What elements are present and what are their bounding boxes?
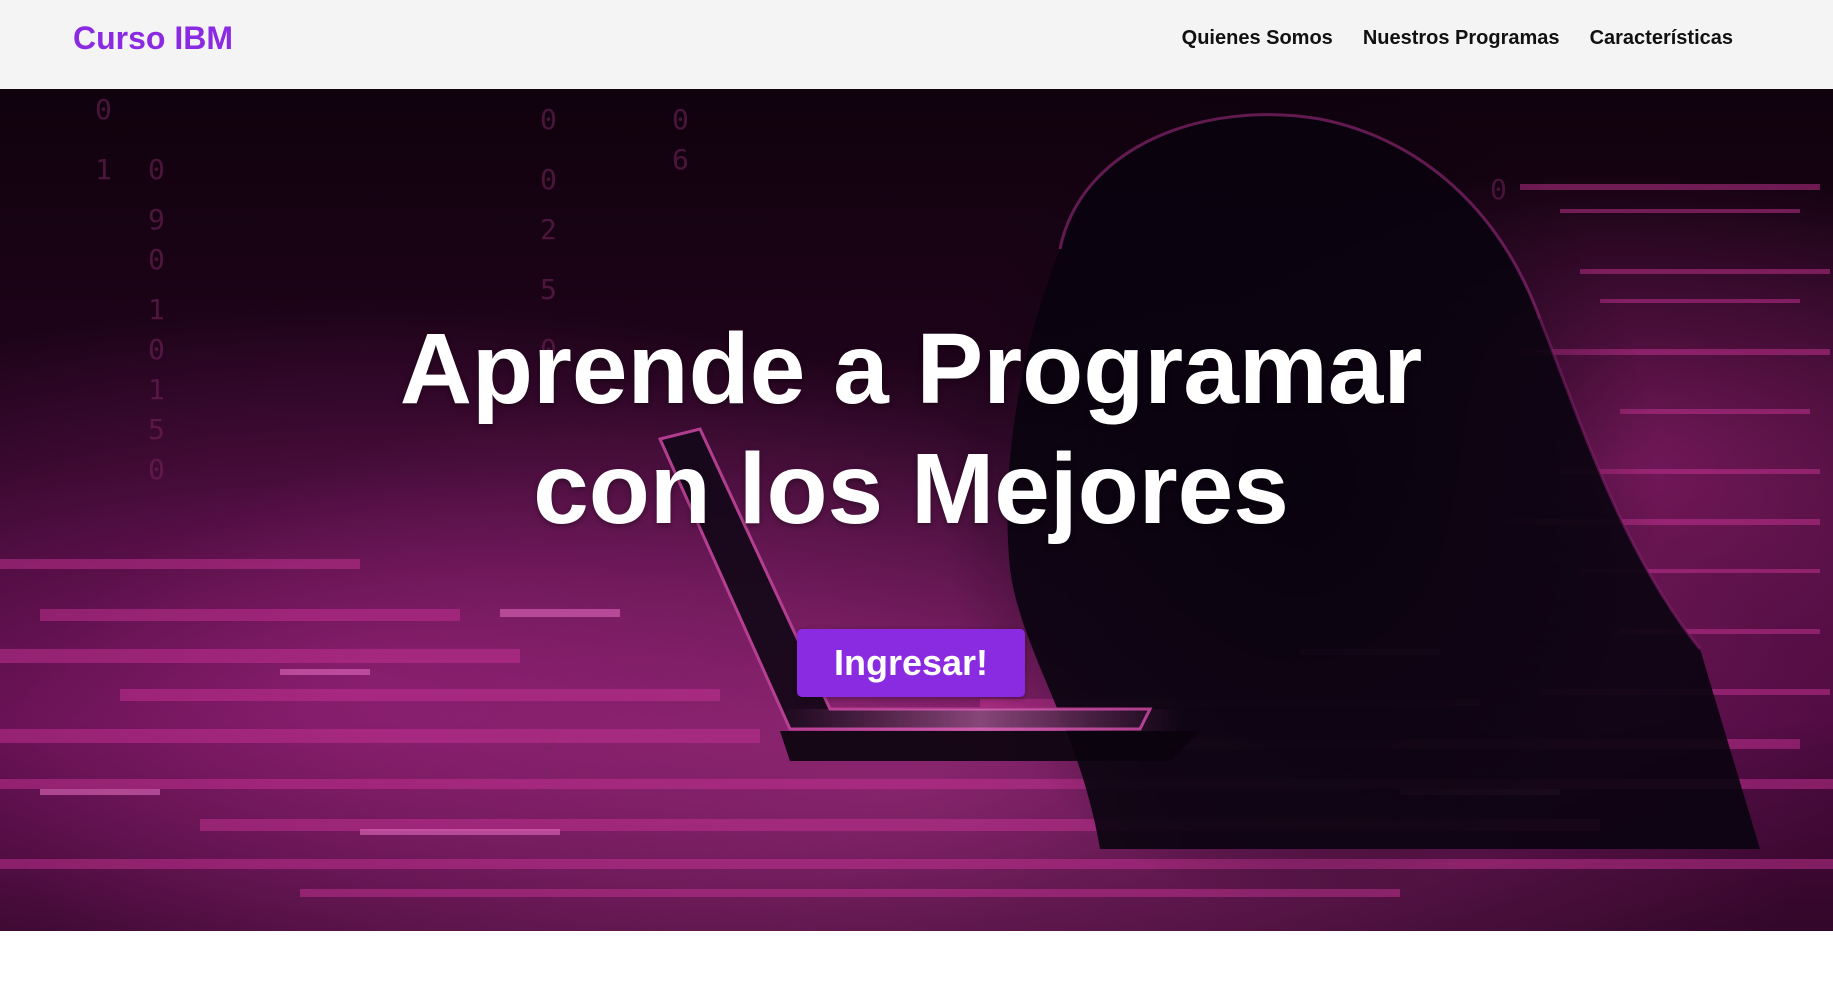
hero-title: Aprende a Programar con los Mejores (316, 309, 1506, 549)
page: Curso IBM Quienes Somos Nuestros Program… (0, 0, 1833, 1002)
brand-logo-link[interactable]: Curso IBM (73, 18, 233, 58)
ingresar-button[interactable]: Ingresar! (797, 629, 1025, 697)
navbar: Curso IBM Quienes Somos Nuestros Program… (0, 0, 1833, 89)
hero-section: 0 1 0 9 0 1 0 1 5 0 0 0 2 5 0 0 2 0 6 1 (0, 89, 1833, 931)
hero-title-line-1: Aprende a Programar (399, 313, 1423, 425)
hero-content: Aprende a Programar con los Mejores Ingr… (0, 89, 1833, 931)
hero-title-line-2: con los Mejores (533, 433, 1289, 545)
nav-link-nuestros-programas[interactable]: Nuestros Programas (1363, 24, 1560, 52)
nav-link-quienes-somos[interactable]: Quienes Somos (1182, 24, 1333, 52)
nav-link-caracteristicas[interactable]: Características (1590, 24, 1733, 52)
nav-links: Quienes Somos Nuestros Programas Caracte… (1182, 24, 1733, 52)
